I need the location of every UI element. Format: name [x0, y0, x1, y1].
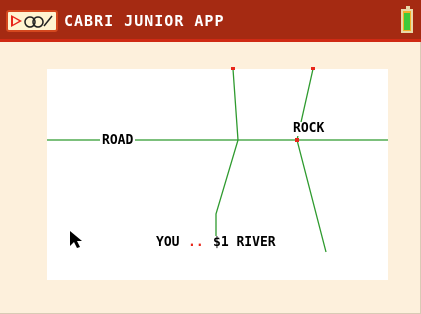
dots-label: .. [188, 235, 204, 250]
road-label: ROAD [100, 133, 136, 148]
calculator-screen: CABRI JUNIOR APP ROAD ROCK YOU .. $1 RIV… [0, 0, 421, 314]
you-label: YOU [156, 235, 180, 250]
river-right-path[interactable] [296, 68, 327, 253]
point-top-left[interactable] [231, 67, 235, 70]
arrow-cursor-icon [70, 231, 82, 248]
point-rock[interactable] [295, 138, 299, 142]
rock-label: ROCK [293, 121, 325, 136]
point-top-right[interactable] [311, 67, 315, 70]
geometry-layer [47, 67, 388, 253]
river-label: $1 RIVER [213, 235, 276, 250]
river-left-path[interactable] [215, 68, 239, 237]
